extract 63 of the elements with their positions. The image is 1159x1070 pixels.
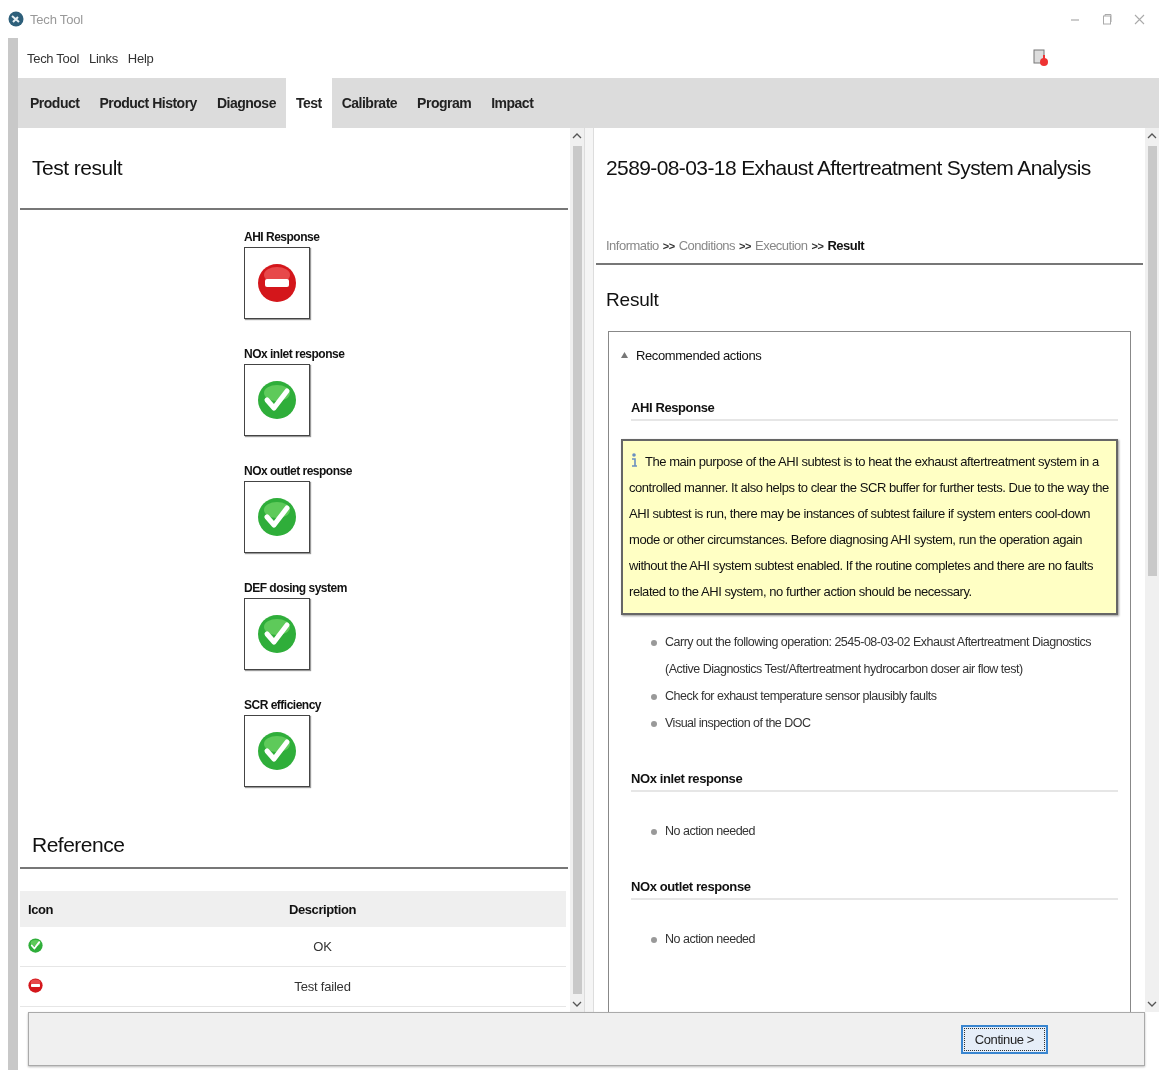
test-label: NOx inlet response	[244, 347, 345, 361]
bullet-icon	[651, 694, 657, 700]
restore-icon[interactable]	[1102, 13, 1112, 25]
panel-title: Reference	[31, 832, 126, 858]
tab[interactable]: Program	[407, 78, 482, 128]
bullet-icon	[651, 721, 657, 727]
group-heading: NOx outlet response	[631, 879, 1118, 900]
scroll-down-icon[interactable]	[1147, 1000, 1157, 1008]
tab[interactable]: Product History	[89, 78, 207, 128]
breadcrumb-separator: >>	[662, 240, 675, 252]
breadcrumb-step: Conditions	[678, 238, 736, 253]
action-item: No action needed	[665, 823, 755, 840]
tab[interactable]: Impact	[481, 78, 544, 128]
info-note: The main purpose of the AHI subtest is to heat the exhaust aftertreatment system in a controlled manner. It also helps to clear the SCR buffer for further tests. Due to the way the AHI subtest is run, there may be instances of subtest failure if system enters cool-down mode or other circumstances. Before diagnosing AHI system, run the operation again without the AHI system subtest enabled. If the routine completes and there are no faults related to the AHI system, no further action should be necessary.	[621, 439, 1118, 615]
group-heading: NOx inlet response	[631, 771, 1118, 792]
test-label: DEF dosing system	[244, 581, 347, 595]
action-item: Check for exhaust temperature sensor plausibly faults	[665, 688, 937, 705]
status-check-icon	[28, 937, 43, 953]
panel-title: Test result	[31, 155, 124, 181]
scroll-up-icon[interactable]	[572, 132, 582, 140]
column-header: Description	[79, 891, 566, 927]
app-icon	[8, 11, 24, 27]
tab[interactable]: Product	[20, 78, 90, 128]
scroll-down-icon[interactable]	[572, 1000, 582, 1008]
collapse-icon[interactable]	[621, 352, 628, 358]
info-icon	[629, 452, 639, 468]
test-label: NOx outlet response	[244, 464, 352, 478]
table-cell: Test failed	[79, 966, 566, 1007]
action-item: Visual inspection of the DOC	[665, 715, 811, 732]
scrollbar[interactable]	[1145, 128, 1159, 1012]
action-item: No action needed	[665, 931, 755, 948]
breadcrumb-separator: >>	[739, 240, 751, 252]
status-check-icon	[257, 497, 297, 537]
status-minus-icon	[28, 977, 43, 993]
scroll-up-icon[interactable]	[1147, 132, 1157, 140]
status-check-icon	[257, 731, 297, 771]
tab[interactable]: Test	[285, 78, 332, 128]
breadcrumb-step: Result	[827, 238, 865, 253]
action-item: Carry out the following operation: 2545-08-03-02 Exhaust Aftertreatment Diagnostics (Active Diagnostics Test/Aftertreatment hydrocarbon doser air flow test)	[665, 634, 1093, 678]
test-label: AHI Response	[244, 230, 320, 244]
window-title: Tech Tool	[30, 11, 83, 27]
section-toggle-label[interactable]: Recommended actions	[636, 347, 762, 363]
tab[interactable]: Calibrate	[331, 78, 408, 128]
close-icon[interactable]	[1134, 13, 1145, 25]
device-alert-icon[interactable]	[1033, 49, 1049, 67]
scrollbar[interactable]	[570, 128, 584, 1012]
bullet-icon	[651, 829, 657, 835]
bullet-icon	[651, 937, 657, 943]
status-check-icon	[257, 614, 297, 654]
bullet-icon	[651, 640, 657, 646]
status-check-icon	[257, 380, 297, 420]
analysis-title: 2589-08-03-18 Exhaust Aftertreatment System Analysis	[605, 155, 1092, 181]
column-header: Icon	[20, 891, 79, 927]
continue-button[interactable]: Continue >	[960, 1024, 1048, 1054]
status-minus-icon	[257, 263, 297, 303]
breadcrumb-separator: >>	[811, 240, 824, 252]
breadcrumb-step: Informatio	[606, 238, 659, 253]
breadcrumb-step: Execution	[754, 238, 808, 253]
test-label: SCR efficiency	[244, 698, 322, 712]
group-heading: AHI Response	[631, 400, 1118, 421]
section-heading: Result	[605, 288, 660, 312]
tab[interactable]: Diagnose	[206, 78, 286, 128]
table-cell: OK	[79, 927, 566, 967]
